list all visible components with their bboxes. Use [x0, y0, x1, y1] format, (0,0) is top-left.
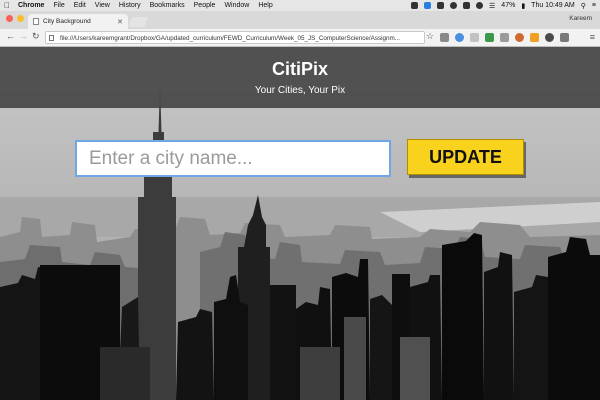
menu-bookmarks[interactable]: Bookmarks [150, 2, 185, 9]
extension-icon[interactable] [530, 33, 539, 42]
extension-icon[interactable] [500, 33, 509, 42]
clock[interactable]: Thu 10:49 AM [531, 2, 575, 9]
tab-bar: City Background ✕ Kareem [0, 11, 600, 29]
apple-icon[interactable]:  [4, 1, 10, 10]
extension-icon[interactable] [515, 33, 524, 42]
site-header: CitiPix Your Cities, Your Pix [0, 47, 600, 108]
menu-file[interactable]: File [53, 2, 64, 9]
close-tab-icon[interactable]: ✕ [117, 18, 123, 26]
url-text: file:///Users/kareemgrant/Dropbox/GA/upd… [60, 35, 401, 42]
battery-percent[interactable]: 47% [501, 2, 515, 9]
browser-tab[interactable]: City Background ✕ [28, 14, 128, 29]
reload-icon[interactable]: ↻ [32, 31, 40, 42]
menu-app-name[interactable]: Chrome [18, 2, 44, 9]
extension-icon[interactable] [485, 33, 494, 42]
back-icon[interactable]: ← [6, 31, 15, 41]
close-window-button[interactable] [6, 15, 13, 22]
extension-icon[interactable] [545, 33, 554, 42]
extension-icon[interactable] [560, 33, 569, 42]
tray-app-icon[interactable] [463, 2, 471, 9]
menu-view[interactable]: View [95, 2, 110, 9]
bookmark-star-icon[interactable]: ☆ [426, 31, 434, 42]
battery-icon[interactable]: ▮ [521, 2, 525, 10]
site-logo-title: CitiPix [271, 59, 328, 79]
tray-app-icon[interactable] [411, 2, 419, 9]
browser-toolbar: ← → ↻ file:///Users/kareemgrant/Dropbox/… [0, 29, 600, 47]
new-tab-button[interactable] [128, 17, 148, 27]
page-icon [49, 35, 54, 41]
profile-name[interactable]: Kareem [569, 15, 592, 22]
tray-app-icon[interactable] [450, 2, 458, 9]
chrome-menu-icon[interactable]: ≡ [590, 32, 595, 42]
page-favicon-icon [33, 18, 39, 25]
forward-icon[interactable]: → [19, 31, 28, 41]
extension-icon[interactable] [470, 33, 479, 42]
menu-people[interactable]: People [194, 2, 216, 9]
menu-edit[interactable]: Edit [74, 2, 86, 9]
tray-app-icon[interactable] [437, 2, 445, 9]
update-button[interactable]: UPDATE [407, 139, 524, 175]
menu-window[interactable]: Window [224, 2, 249, 9]
tray-app-icon[interactable] [476, 2, 484, 9]
wifi-icon[interactable]: ☰ [489, 2, 495, 10]
search-icon[interactable]: ⚲ [581, 2, 586, 10]
page-viewport: CitiPix Your Cities, Your Pix UPDATE [0, 47, 600, 400]
address-bar[interactable]: file:///Users/kareemgrant/Dropbox/GA/upd… [45, 31, 425, 44]
site-tagline: Your Cities, Your Pix [254, 85, 346, 96]
extension-icon[interactable] [455, 33, 464, 42]
menubar:  Chrome File Edit View History Bookmark… [0, 0, 600, 11]
extension-icon[interactable] [440, 33, 449, 42]
list-icon[interactable]: ≡ [592, 2, 596, 9]
tab-title: City Background [43, 18, 91, 25]
menu-history[interactable]: History [119, 2, 141, 9]
city-name-input[interactable] [75, 140, 391, 177]
tray-active-icon[interactable] [424, 2, 432, 9]
minimize-window-button[interactable] [17, 15, 24, 22]
menu-help[interactable]: Help [258, 2, 272, 9]
